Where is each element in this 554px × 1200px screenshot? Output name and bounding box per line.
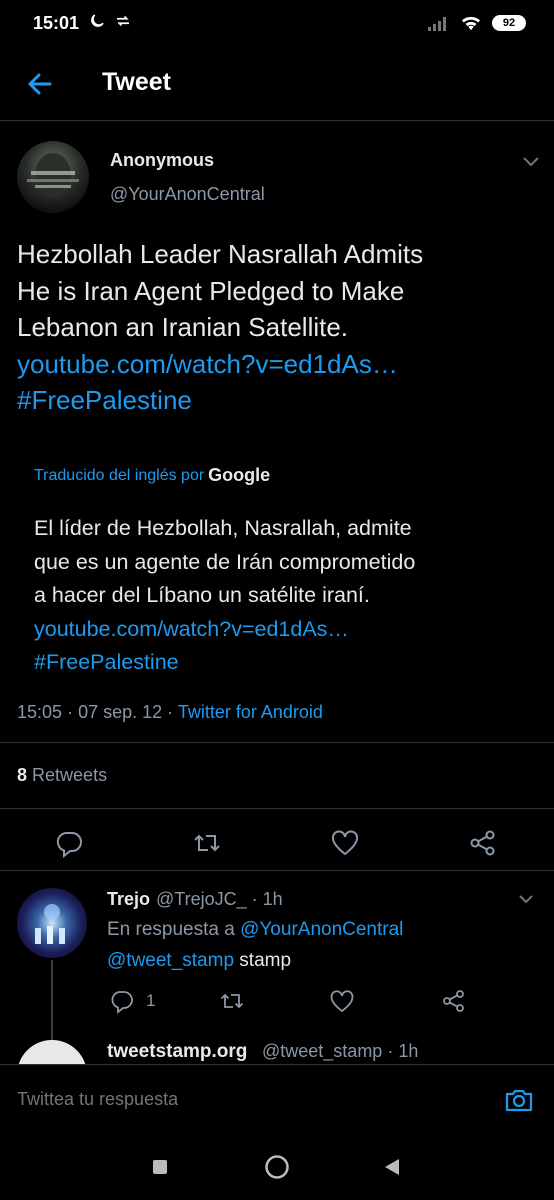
stats-divider bbox=[0, 808, 554, 809]
sync-icon bbox=[117, 15, 129, 27]
top-header: Tweet bbox=[0, 48, 554, 120]
translation-text: El líder de Hezbollah, Nasrallah, admite… bbox=[34, 512, 524, 680]
moon-icon bbox=[91, 14, 104, 27]
reply-icon[interactable] bbox=[109, 988, 135, 1014]
anonymous-mask-icon bbox=[27, 153, 79, 197]
author-avatar[interactable] bbox=[17, 141, 89, 213]
camera-icon[interactable] bbox=[504, 1085, 534, 1115]
status-time: 15:01 bbox=[33, 13, 80, 33]
reply-icon[interactable] bbox=[54, 828, 84, 858]
reply-context: En respuesta a @YourAnonCentral bbox=[107, 919, 403, 941]
tweet-actions bbox=[0, 820, 554, 864]
translation-line: a hacer del Líbano un satélite iraní. bbox=[34, 583, 370, 607]
translation-attribution[interactable]: Traducido del inglés por Google bbox=[34, 465, 270, 486]
translated-by-label: Traducido del inglés por bbox=[34, 466, 205, 484]
like-icon[interactable] bbox=[329, 988, 355, 1014]
reply-handle-time[interactable]: @TrejoJC_ · 1h bbox=[156, 889, 283, 910]
reply-count: 1 bbox=[146, 991, 156, 1010]
reply-author-name[interactable]: Trejo bbox=[107, 889, 150, 910]
meta-divider bbox=[0, 742, 554, 743]
retweet-icon[interactable] bbox=[192, 828, 222, 858]
translation-hashtag[interactable]: #FreePalestine bbox=[34, 646, 524, 680]
page-title: Tweet bbox=[102, 68, 171, 96]
header-divider bbox=[0, 120, 554, 121]
back-triangle-icon[interactable] bbox=[383, 1157, 401, 1177]
author-name[interactable]: Anonymous bbox=[110, 150, 214, 171]
next-reply-handle-time[interactable]: @tweet_stamp · 1h bbox=[262, 1041, 418, 1062]
recents-button[interactable] bbox=[153, 1160, 167, 1174]
next-reply-name[interactable]: tweetstamp.org bbox=[107, 1041, 247, 1063]
translation-link[interactable]: youtube.com/watch?v=ed1dAs… bbox=[34, 613, 524, 647]
retweet-count: 8 bbox=[17, 765, 28, 785]
share-icon[interactable] bbox=[441, 988, 467, 1014]
reply-context-prefix: En respuesta a bbox=[107, 919, 235, 940]
home-button-icon[interactable] bbox=[264, 1154, 290, 1180]
like-icon[interactable] bbox=[330, 828, 360, 858]
reply-actions bbox=[0, 983, 554, 1019]
reply-avatar[interactable] bbox=[17, 888, 87, 958]
chevron-down-icon[interactable] bbox=[520, 150, 542, 172]
reply-avatar-image bbox=[35, 904, 65, 944]
reply-context-handle[interactable]: @YourAnonCentral bbox=[240, 919, 403, 940]
author-handle[interactable]: @YourAnonCentral bbox=[110, 184, 265, 205]
tweet-time: 15:05 bbox=[17, 702, 63, 722]
tweet-text-line: He is Iran Agent Pledged to Make bbox=[17, 275, 405, 306]
status-bar: 15:01 92 bbox=[0, 0, 554, 48]
wifi-icon bbox=[462, 16, 480, 31]
reply-input[interactable] bbox=[17, 1089, 477, 1110]
tweet-hashtag[interactable]: #FreePalestine bbox=[17, 382, 537, 419]
back-arrow-icon[interactable] bbox=[22, 66, 58, 102]
reply-body-text: stamp bbox=[239, 950, 292, 971]
translation-line: El líder de Hezbollah, Nasrallah, admite bbox=[34, 516, 412, 540]
actions-divider bbox=[0, 870, 554, 871]
tweet-text-line: Lebanon an Iranian Satellite. bbox=[17, 312, 349, 342]
retweet-label: Retweets bbox=[32, 765, 108, 785]
system-navigation-bar bbox=[0, 1138, 554, 1200]
battery-indicator: 92 bbox=[492, 15, 526, 31]
compose-bar bbox=[0, 1064, 554, 1139]
signal-icon bbox=[428, 17, 446, 31]
share-icon[interactable] bbox=[468, 828, 498, 858]
retweet-icon[interactable] bbox=[219, 988, 245, 1014]
tweet-text-line: Hezbollah Leader Nasrallah Admits bbox=[17, 239, 424, 269]
tweet-date: 07 sep. 12 bbox=[78, 702, 163, 722]
translation-line: que es un agente de Irán comprometido bbox=[34, 549, 416, 574]
retweet-stats[interactable]: 8 Retweets bbox=[17, 765, 107, 786]
tweet-meta: 15:05 · 07 sep. 12 · Twitter for Android bbox=[17, 702, 323, 722]
status-system-icons: 92 bbox=[428, 14, 526, 32]
google-logo: Google bbox=[208, 465, 271, 485]
reply-body: @tweet_stamp stamp bbox=[107, 950, 291, 972]
chevron-down-icon[interactable] bbox=[516, 889, 536, 909]
reply-mention[interactable]: @tweet_stamp bbox=[107, 950, 234, 971]
tweet-link[interactable]: youtube.com/watch?v=ed1dAs… bbox=[17, 346, 537, 383]
tweet-text: Hezbollah Leader Nasrallah Admits He is … bbox=[17, 236, 537, 419]
tweet-source[interactable]: Twitter for Android bbox=[178, 702, 323, 722]
status-notification-icons bbox=[88, 12, 132, 30]
